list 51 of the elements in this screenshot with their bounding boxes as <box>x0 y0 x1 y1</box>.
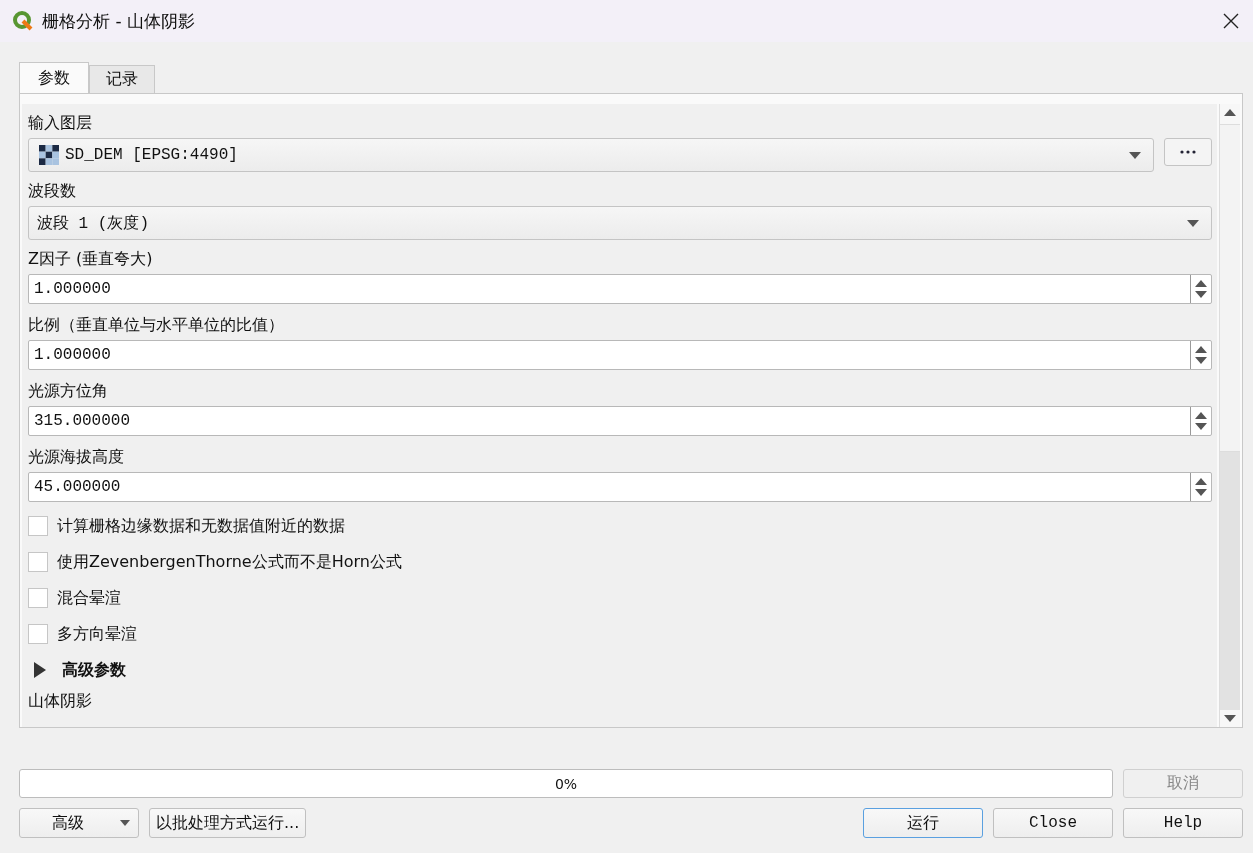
ellipsis-icon <box>1180 150 1196 154</box>
checkbox-label: 混合晕渲 <box>57 587 121 609</box>
spin-up-icon[interactable] <box>1195 345 1207 353</box>
spin-up-icon[interactable] <box>1195 411 1207 419</box>
number-spinbox[interactable]: 1.000000 <box>28 274 1212 304</box>
field-label: 输入图层 <box>28 112 92 134</box>
checkbox-label: 使用ZevenbergenThorne公式而不是Horn公式 <box>57 551 402 573</box>
checkbox-label: 多方向晕渲 <box>57 623 137 645</box>
checkbox-label: 计算栅格边缘数据和无数据值附近的数据 <box>57 515 345 537</box>
raster-layer-icon <box>39 145 59 165</box>
field-label: 波段数 <box>28 180 76 202</box>
progress-text: 0% <box>554 775 578 792</box>
section-header[interactable]: 高级参数 <box>62 659 126 681</box>
checkbox[interactable] <box>28 516 48 536</box>
field-label: 光源方位角 <box>28 380 108 402</box>
spin-up-icon[interactable] <box>1195 279 1207 287</box>
field-label: Z因子 (垂直夸大) <box>28 248 153 270</box>
expand-arrow-icon[interactable] <box>34 662 46 678</box>
spin-down-icon[interactable] <box>1195 357 1207 365</box>
help-button[interactable]: Help <box>1123 808 1243 838</box>
band-dropdown[interactable]: 波段 1 (灰度) <box>28 206 1212 240</box>
field-label: 光源海拔高度 <box>28 446 124 468</box>
number-spinbox[interactable]: 1.000000 <box>28 340 1212 370</box>
advanced-dropdown-button[interactable]: 高级 <box>19 808 139 838</box>
run-button[interactable]: 运行 <box>863 808 983 838</box>
spin-down-icon[interactable] <box>1195 423 1207 431</box>
spin-down-icon[interactable] <box>1195 291 1207 299</box>
scrollbar[interactable] <box>1219 104 1240 727</box>
number-spinbox[interactable]: 315.000000 <box>28 406 1212 436</box>
checkbox[interactable] <box>28 552 48 572</box>
tab[interactable]: 参数 <box>19 62 89 93</box>
spin-up-icon[interactable] <box>1195 477 1207 485</box>
close-button[interactable]: Close <box>993 808 1113 838</box>
close-icon[interactable] <box>1223 13 1239 29</box>
caret-icon <box>1187 219 1199 227</box>
number-spinbox[interactable]: 45.000000 <box>28 472 1212 502</box>
window-title: 栅格分析 - 山体阴影 <box>42 9 196 33</box>
batch-run-button[interactable]: 以批处理方式运行... <box>149 808 307 838</box>
layer-dropdown[interactable]: SD_DEM [EPSG:4490] <box>28 138 1154 172</box>
caret-icon <box>1129 151 1141 159</box>
spin-down-icon[interactable] <box>1195 489 1207 497</box>
scroll-down-icon[interactable] <box>1224 715 1236 722</box>
scrollbar-thumb[interactable] <box>1220 124 1240 452</box>
scroll-up-icon[interactable] <box>1224 109 1236 116</box>
field-label: 山体阴影 <box>28 690 92 712</box>
field-label: 比例（垂直单位与水平单位的比值） <box>28 314 284 336</box>
checkbox[interactable] <box>28 588 48 608</box>
tab[interactable]: 记录 <box>89 65 155 93</box>
caret-icon <box>120 820 130 826</box>
checkbox[interactable] <box>28 624 48 644</box>
app-logo-icon <box>12 10 34 32</box>
